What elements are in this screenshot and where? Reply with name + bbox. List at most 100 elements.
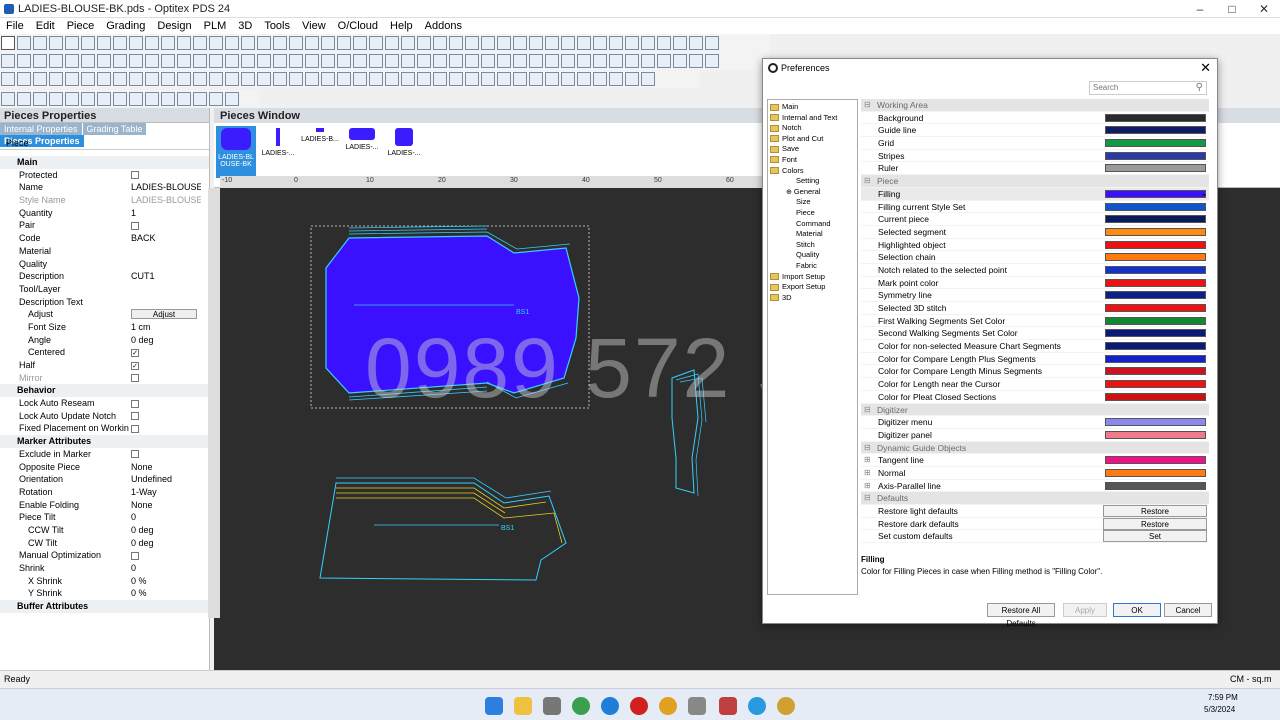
menu-piece[interactable]: Piece (61, 18, 101, 34)
property-row[interactable]: Centered ✓ (0, 346, 209, 359)
toolbar-tool-icon[interactable] (177, 36, 191, 50)
property-row[interactable]: Description Text (0, 296, 209, 309)
toolbar-tool-icon[interactable] (161, 54, 175, 68)
tree-item-size[interactable]: Size (768, 197, 857, 208)
property-row[interactable]: Pair (0, 219, 209, 232)
menu-design[interactable]: Design (151, 18, 197, 34)
restore-all-defaults-button[interactable]: Restore All Defaults (987, 603, 1055, 628)
checkbox[interactable]: ✓ (131, 348, 139, 357)
property-row[interactable]: Angle 0 deg (0, 334, 209, 347)
tree-item-internal-and-text[interactable]: Internal and Text (768, 113, 857, 124)
toolbar-tool-icon[interactable] (625, 72, 639, 86)
toolbar-tool-icon[interactable] (529, 54, 543, 68)
toolbar-tool-icon[interactable] (545, 54, 559, 68)
toolbar-tool-icon[interactable] (49, 72, 63, 86)
toolbar-tool-icon[interactable] (97, 36, 111, 50)
checkbox[interactable] (131, 450, 139, 459)
toolbar-tool-icon[interactable] (417, 72, 431, 86)
color-swatch[interactable] (1105, 291, 1206, 300)
toolbar-tool-icon[interactable] (657, 54, 671, 68)
property-row[interactable]: Rotation 1-Way (0, 486, 209, 499)
toolbar-tool-icon[interactable] (49, 92, 63, 106)
checkbox[interactable] (131, 374, 139, 383)
toolbar-tool-icon[interactable] (129, 36, 143, 50)
property-row[interactable]: Manual Optimization (0, 549, 209, 562)
color-swatch[interactable] (1105, 240, 1206, 249)
expand-icon[interactable]: ⊞ (864, 467, 871, 480)
color-swatch[interactable] (1105, 342, 1206, 351)
toolbar-tool-icon[interactable] (81, 92, 95, 106)
toolbar-tool-icon[interactable] (465, 54, 479, 68)
toolbar-tool-icon[interactable] (641, 54, 655, 68)
toolbar-tool-icon[interactable] (577, 36, 591, 50)
toolbar-tool-icon[interactable] (289, 54, 303, 68)
color-swatch[interactable] (1105, 278, 1206, 287)
toolbar-tool-icon[interactable] (353, 54, 367, 68)
toolbar-tool-icon[interactable] (1, 36, 15, 50)
toolbar-tool-icon[interactable] (689, 36, 703, 50)
collapse-icon[interactable]: ⊟ (864, 175, 871, 188)
color-swatch[interactable] (1105, 164, 1206, 173)
property-value[interactable]: CUT1 (131, 270, 201, 283)
toolbar-tool-icon[interactable] (17, 72, 31, 86)
color-setting-row[interactable]: ⊞ Axis-Parallel line (861, 480, 1209, 493)
collapse-icon[interactable]: ⊟ (864, 99, 871, 112)
toolbar-tool-icon[interactable] (193, 54, 207, 68)
menu-grading[interactable]: Grading (100, 18, 151, 34)
property-value[interactable] (131, 169, 201, 182)
property-row[interactable]: Description CUT1 (0, 270, 209, 283)
close-icon[interactable]: ✕ (1200, 60, 1211, 76)
toolbar-tool-icon[interactable] (97, 92, 111, 106)
color-setting-row[interactable]: Background (861, 112, 1209, 125)
chrome-alt-icon[interactable] (659, 697, 677, 715)
color-setting-row[interactable]: Digitizer menu (861, 416, 1209, 429)
property-value[interactable] (131, 372, 201, 385)
tree-item-general[interactable]: ⊕ General (768, 187, 857, 198)
checkbox[interactable]: ✓ (131, 361, 139, 370)
close-window-button[interactable]: ✕ (1248, 0, 1280, 18)
toolbar-tool-icon[interactable] (145, 92, 159, 106)
toolbar-tool-icon[interactable] (129, 92, 143, 106)
toolbar-tool-icon[interactable] (113, 36, 127, 50)
toolbar-tool-icon[interactable] (449, 54, 463, 68)
property-row[interactable]: Protected (0, 169, 209, 182)
toolbar-tool-icon[interactable] (209, 36, 223, 50)
property-row[interactable]: Exclude in Marker (0, 448, 209, 461)
toolbar-tool-icon[interactable] (225, 92, 239, 106)
property-row[interactable]: Lock Auto Reseam (0, 397, 209, 410)
toolbar-tool-icon[interactable] (33, 36, 47, 50)
color-swatch[interactable] (1105, 329, 1206, 338)
tree-item-fabric[interactable]: Fabric (768, 261, 857, 272)
toolbar-tool-icon[interactable] (545, 36, 559, 50)
toolbar-tool-icon[interactable] (145, 36, 159, 50)
color-setting-row[interactable]: Second Walking Segments Set Color (861, 327, 1209, 341)
tree-item-plot-and-cut[interactable]: Plot and Cut (768, 134, 857, 145)
toolbar-tool-icon[interactable] (305, 36, 319, 50)
toolbar-tool-icon[interactable] (225, 72, 239, 86)
menu-file[interactable]: File (0, 18, 30, 34)
toolbar-tool-icon[interactable] (657, 36, 671, 50)
color-setting-row[interactable]: Selected segment (861, 226, 1209, 239)
property-value[interactable]: LADIES-BLOUSE- (131, 194, 201, 207)
toolbar-tool-icon[interactable] (561, 54, 575, 68)
property-value[interactable]: None (131, 499, 201, 512)
tab-internal-properties[interactable]: Internal Properties (0, 123, 82, 135)
toolbar-tool-icon[interactable] (257, 72, 271, 86)
property-row[interactable]: Orientation Undefined (0, 473, 209, 486)
tree-item-import-setup[interactable]: Import Setup (768, 272, 857, 283)
color-setting-row[interactable]: Notch related to the selected point (861, 264, 1209, 277)
apply-button[interactable]: Apply (1063, 603, 1107, 617)
property-row[interactable]: Half ✓ (0, 359, 209, 372)
tab-grading-table[interactable]: Grading Table (82, 123, 147, 135)
toolbar-tool-icon[interactable] (97, 72, 111, 86)
tree-item-setting[interactable]: Setting (768, 176, 857, 187)
toolbar-tool-icon[interactable] (705, 36, 719, 50)
color-setting-row[interactable]: ⊞ Tangent line (861, 454, 1209, 467)
toolbar-tool-icon[interactable] (33, 54, 47, 68)
tree-item-colors[interactable]: Colors (768, 166, 857, 177)
toolbar-tool-icon[interactable] (273, 36, 287, 50)
property-row[interactable]: Enable Folding None (0, 499, 209, 512)
toolbar-tool-icon[interactable] (609, 54, 623, 68)
toolbar-tool-icon[interactable] (17, 54, 31, 68)
toolbar-tool-icon[interactable] (545, 72, 559, 86)
